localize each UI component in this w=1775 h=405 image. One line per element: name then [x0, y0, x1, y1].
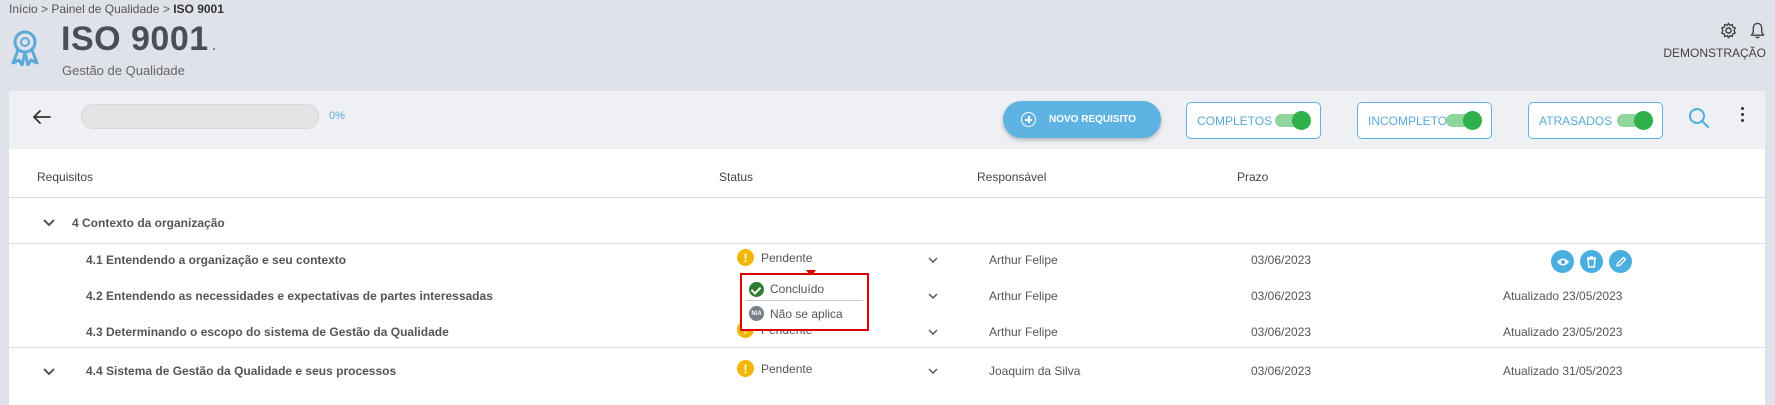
owner-name: Arthur Felipe: [989, 325, 1058, 339]
gear-icon[interactable]: [1720, 22, 1737, 39]
status-label: Pendente: [761, 361, 813, 376]
requirement-name[interactable]: 4.4 Sistema de Gestão da Qualidade e seu…: [86, 364, 396, 378]
status-select[interactable]: ! Pendente: [737, 249, 812, 266]
breadcrumb-section[interactable]: Painel de Qualidade: [51, 2, 159, 16]
new-requirement-button[interactable]: NOVO REQUISITO: [1003, 101, 1161, 138]
back-arrow-icon[interactable]: [31, 108, 53, 126]
updated-date: Atualizado 23/05/2023: [1503, 289, 1623, 303]
status-dropdown-menu: Concluído N/A Não se aplica: [740, 273, 869, 331]
status-label: Pendente: [761, 250, 813, 265]
column-header-prazo[interactable]: Prazo: [1237, 170, 1268, 184]
toolbar: 0% NOVO REQUISITO COMPLETOS INCOMPLETOS …: [9, 91, 1765, 149]
deadline-date: 03/06/2023: [1251, 289, 1312, 303]
eye-icon: [1556, 258, 1569, 265]
breadcrumb-current: ISO 9001: [173, 2, 224, 16]
chevron-down-icon[interactable]: [43, 219, 55, 227]
chevron-down-icon[interactable]: [928, 368, 938, 375]
page-title: ISO 9001.: [61, 20, 217, 59]
page-title-text: ISO 9001: [61, 20, 209, 58]
updated-date: Atualizado 31/05/2023: [1503, 364, 1623, 378]
page-title-dot: .: [211, 37, 217, 54]
delete-button[interactable]: [1580, 250, 1603, 273]
pencil-icon: [1615, 256, 1626, 267]
bell-icon[interactable]: [1750, 22, 1765, 39]
requirement-name[interactable]: 4.3 Determinando o escopo do sistema de …: [86, 325, 449, 339]
new-requirement-label: NOVO REQUISITO: [1049, 114, 1137, 125]
na-icon: N/A: [749, 306, 764, 321]
check-circle-icon: [749, 281, 764, 297]
filter-atrasados-label: ATRASADOS: [1539, 113, 1613, 128]
column-header-requisitos[interactable]: Requisitos: [37, 170, 93, 184]
divider: [9, 243, 1765, 244]
breadcrumb: Início > Painel de Qualidade > ISO 9001: [9, 2, 224, 16]
filter-incompletos[interactable]: INCOMPLETOS: [1357, 102, 1492, 139]
edit-button[interactable]: [1609, 250, 1632, 273]
chevron-down-icon[interactable]: [928, 257, 938, 264]
group-label[interactable]: 4 Contexto da organização: [72, 216, 225, 230]
user-name[interactable]: DEMONSTRAÇÃO: [1663, 46, 1766, 60]
deadline-date: 03/06/2023: [1251, 253, 1312, 267]
plus-circle-icon: [1021, 112, 1036, 127]
page-subtitle: Gestão de Qualidade: [62, 63, 185, 78]
filter-incompletos-label: INCOMPLETOS: [1368, 113, 1456, 128]
status-option-label: Concluído: [770, 282, 825, 296]
breadcrumb-home[interactable]: Início: [9, 2, 38, 16]
updated-date: Atualizado 23/05/2023: [1503, 325, 1623, 339]
breadcrumb-separator: >: [162, 2, 170, 16]
status-option-concluido[interactable]: Concluído: [746, 278, 863, 301]
warning-icon: !: [737, 249, 754, 266]
filter-atrasados-toggle[interactable]: [1617, 111, 1653, 130]
search-icon[interactable]: [1688, 107, 1710, 129]
breadcrumb-separator: >: [41, 2, 49, 16]
divider: [9, 347, 1765, 348]
view-button[interactable]: [1551, 250, 1574, 273]
chevron-down-icon[interactable]: [43, 368, 55, 376]
requirements-panel: 0% NOVO REQUISITO COMPLETOS INCOMPLETOS …: [9, 91, 1765, 405]
progress-label: 0%: [329, 110, 345, 122]
column-header-responsavel[interactable]: Responsável: [977, 170, 1046, 184]
progress-bar: [81, 104, 319, 129]
filter-completos-label: COMPLETOS: [1197, 113, 1273, 128]
deadline-date: 03/06/2023: [1251, 325, 1312, 339]
filter-completos-toggle[interactable]: [1275, 111, 1311, 130]
owner-name: Joaquim da Silva: [989, 364, 1081, 378]
filter-atrasados[interactable]: ATRASADOS: [1528, 102, 1663, 139]
status-option-label: Não se aplica: [770, 306, 843, 321]
owner-name: Arthur Felipe: [989, 253, 1058, 267]
award-ribbon-icon: [11, 30, 39, 66]
filter-completos[interactable]: COMPLETOS: [1186, 102, 1321, 139]
owner-name: Arthur Felipe: [989, 289, 1058, 303]
chevron-down-icon[interactable]: [928, 293, 938, 300]
status-option-nao-se-aplica[interactable]: N/A Não se aplica: [746, 302, 863, 325]
deadline-date: 03/06/2023: [1251, 364, 1312, 378]
column-header-status[interactable]: Status: [719, 170, 753, 184]
more-options-icon[interactable]: [1738, 104, 1746, 128]
status-select[interactable]: ! Pendente: [737, 360, 812, 377]
requirement-name[interactable]: 4.1 Entendendo a organização e seu conte…: [86, 253, 346, 267]
warning-icon: !: [737, 360, 754, 377]
divider: [9, 197, 1765, 198]
filter-incompletos-toggle[interactable]: [1446, 111, 1482, 130]
trash-icon: [1587, 255, 1596, 268]
requirement-name[interactable]: 4.2 Entendendo as necessidades e expecta…: [86, 289, 493, 303]
chevron-down-icon[interactable]: [928, 329, 938, 336]
